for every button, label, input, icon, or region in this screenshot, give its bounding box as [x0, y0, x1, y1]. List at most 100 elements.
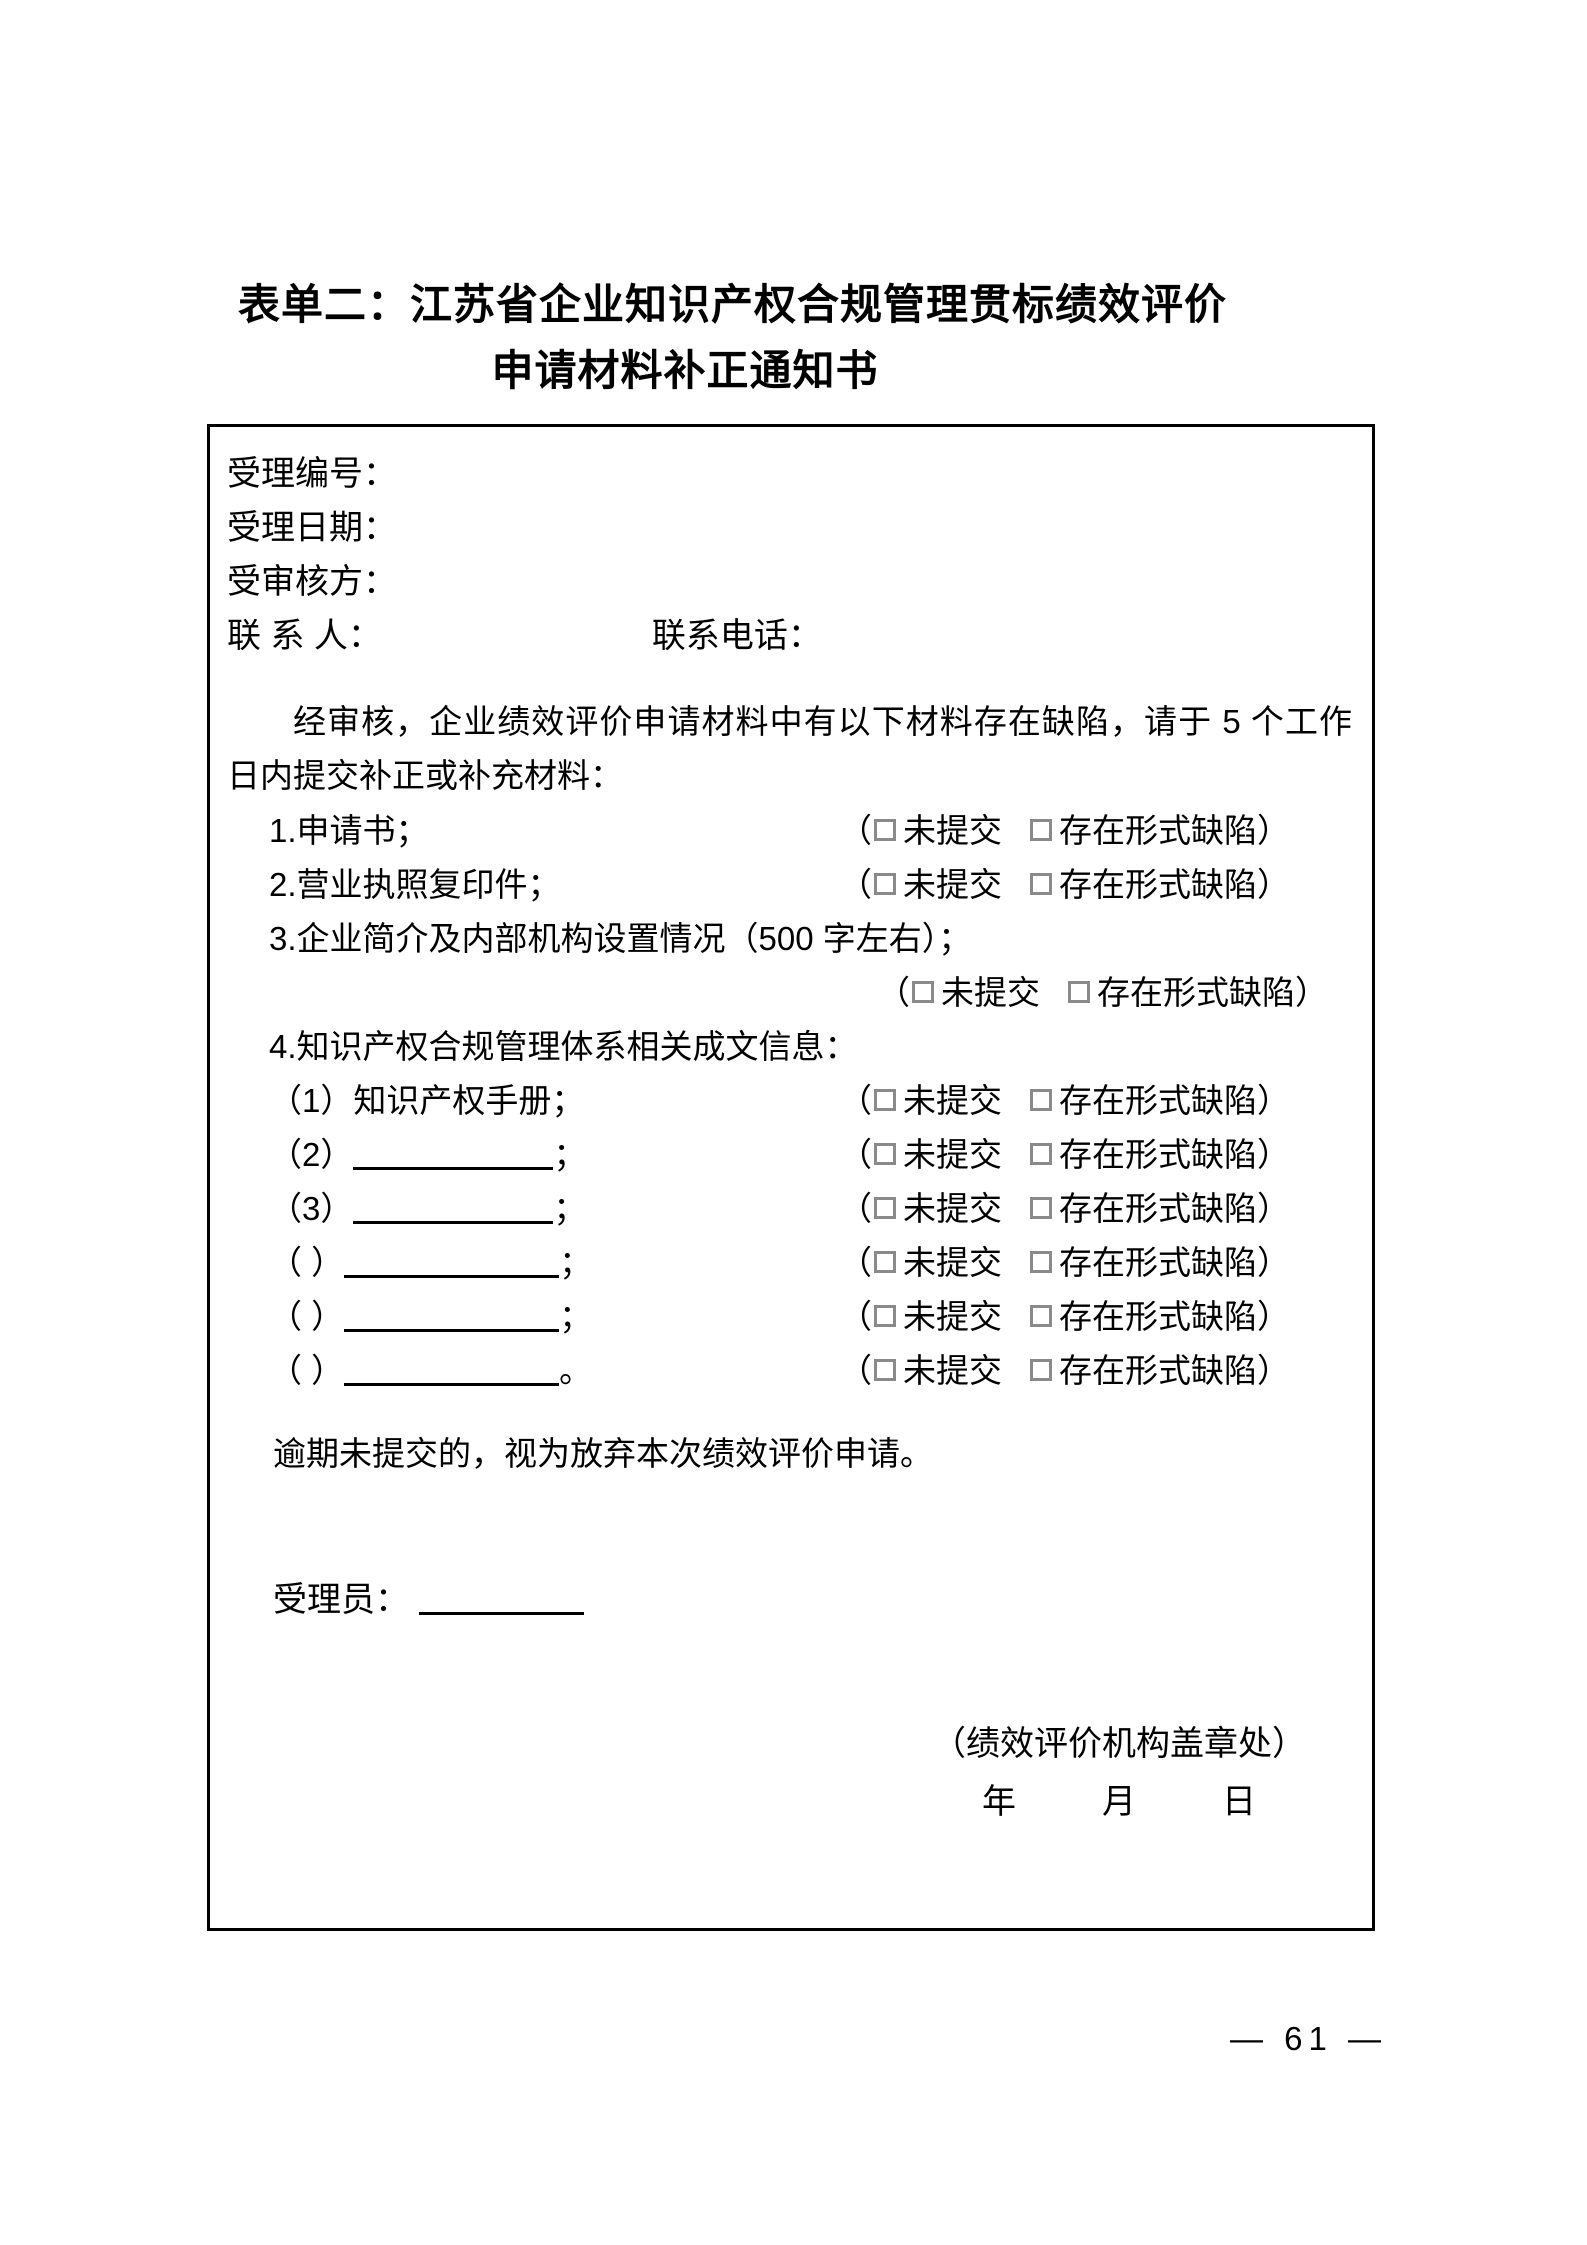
checkbox-format-defect[interactable] [1030, 1143, 1052, 1165]
field-audited-party: 受审核方： [227, 557, 397, 607]
checkbox-not-submitted[interactable] [874, 819, 896, 841]
fill-in-blank[interactable] [344, 1357, 560, 1386]
option-label-not-submitted: 未提交 [903, 1244, 1002, 1281]
material-item-label: （ ）。 [269, 1352, 593, 1389]
paren-close: ） [1257, 1298, 1290, 1335]
form-box-inner: 受理编号： 受理日期： 受审核方： 联 系 人： 联系电话： 经审核，企业绩效评价… [210, 427, 1372, 1928]
field-contact-phone-label: 联系电话： [651, 617, 822, 655]
paren-open: （ [839, 1190, 872, 1227]
material-item-label: （ ）； [269, 1244, 593, 1281]
field-case-number-label: 受理编号： [227, 455, 397, 493]
form-box: 受理编号： 受理日期： 受审核方： 联 系 人： 联系电话： 经审核，企业绩效评价… [207, 424, 1375, 1931]
option-label-format-defect: 存在形式缺陷 [1059, 1082, 1257, 1119]
paren-open: （ [839, 1298, 872, 1335]
paren-close: ） [1257, 1244, 1290, 1281]
option-group: （ 未提交 存在形式缺陷） [839, 863, 1290, 907]
paren-close: ） [1257, 1190, 1290, 1227]
paren-close: ） [1257, 866, 1290, 903]
paren-open: （ [839, 1136, 872, 1173]
material-item: 4.知识产权合规管理体系相关成文信息： [227, 1025, 1357, 1069]
material-item-suffix: ； [559, 1244, 593, 1281]
checkbox-format-defect[interactable] [1068, 981, 1090, 1003]
stamp-block: （绩效评价机构盖章处） 年 月 日 [932, 1715, 1306, 1831]
fill-in-blank[interactable] [353, 1141, 554, 1170]
option-label-not-submitted: 未提交 [903, 1190, 1002, 1227]
material-item: 3.企业简介及内部机构设置情况（500 字左右）； [227, 917, 1357, 961]
checkbox-not-submitted[interactable] [874, 1197, 896, 1219]
closing-paragraph: 逾期未提交的，视为放弃本次绩效评价申请。 [273, 1435, 933, 1472]
material-item: （ ）。 （ 未提交 存在形式缺陷） [227, 1349, 1357, 1393]
fill-in-blank[interactable] [344, 1303, 560, 1332]
checkbox-format-defect[interactable] [1030, 873, 1052, 895]
paren-close: ） [1295, 974, 1328, 1011]
title-line-1: 表单二：江苏省企业知识产权合规管理贯标绩效评价 [238, 281, 1228, 328]
page-title: 表单二：江苏省企业知识产权合规管理贯标绩效评价 申请材料补正通知书 [210, 272, 1360, 404]
material-item-label: 4.知识产权合规管理体系相关成文信息： [269, 1028, 858, 1065]
material-item-label: 2.营业执照复印件； [269, 866, 561, 903]
page-number: — 61 — [1229, 2020, 1387, 2057]
option-label-format-defect: 存在形式缺陷 [1059, 1298, 1257, 1335]
checkbox-not-submitted[interactable] [874, 873, 896, 895]
material-item: （3）； （ 未提交 存在形式缺陷） [227, 1187, 1357, 1231]
checkbox-not-submitted[interactable] [874, 1359, 896, 1381]
field-case-number: 受理编号： [227, 449, 397, 499]
option-label-not-submitted: 未提交 [903, 1082, 1002, 1119]
intro-paragraph: 经审核，企业绩效评价申请材料中有以下材料存在缺陷，请于 5 个工作日内提交补正或… [227, 703, 1352, 794]
checkbox-not-submitted[interactable] [874, 1143, 896, 1165]
fill-in-blank[interactable] [353, 1195, 554, 1224]
material-item-suffix: ； [553, 1136, 587, 1173]
document-page: 表单二：江苏省企业知识产权合规管理贯标绩效评价 申请材料补正通知书 受理编号： … [0, 0, 1587, 2245]
checkbox-format-defect[interactable] [1030, 1251, 1052, 1273]
paren-close: ） [1257, 1082, 1290, 1119]
option-label-format-defect: 存在形式缺陷 [1059, 866, 1257, 903]
checkbox-not-submitted[interactable] [874, 1089, 896, 1111]
checkbox-not-submitted[interactable] [912, 981, 934, 1003]
checkbox-format-defect[interactable] [1030, 1359, 1052, 1381]
option-group: （ 未提交 存在形式缺陷） [839, 1133, 1290, 1177]
field-accept-date-label: 受理日期： [227, 509, 397, 547]
material-item-label: 1.申请书； [269, 812, 429, 849]
option-group: （ 未提交 存在形式缺陷） [839, 1349, 1290, 1393]
material-item-label: 3.企业简介及内部机构设置情况（500 字左右）； [269, 920, 972, 957]
paren-open: （ [877, 974, 910, 1011]
option-group: （ 未提交 存在形式缺陷） [877, 971, 1328, 1015]
material-item-label: （2）； [269, 1136, 587, 1173]
paren-close: ） [1257, 812, 1290, 849]
checkbox-format-defect[interactable] [1030, 1089, 1052, 1111]
material-item: 2.营业执照复印件； （ 未提交 存在形式缺陷） [227, 863, 1357, 907]
option-label-not-submitted: 未提交 [903, 866, 1002, 903]
checkbox-not-submitted[interactable] [874, 1251, 896, 1273]
option-label-format-defect: 存在形式缺陷 [1059, 1136, 1257, 1173]
option-label-not-submitted: 未提交 [903, 812, 1002, 849]
option-label-not-submitted: 未提交 [903, 1136, 1002, 1173]
option-group: （ 未提交 存在形式缺陷） [839, 809, 1290, 853]
date-line: 年 月 日 [982, 1783, 1282, 1821]
title-line-2: 申请材料补正通知书 [491, 347, 879, 394]
option-group: （ 未提交 存在形式缺陷） [839, 1079, 1290, 1123]
field-accept-date: 受理日期： [227, 503, 397, 553]
option-label-not-submitted: 未提交 [903, 1352, 1002, 1389]
paren-open: （ [839, 866, 872, 903]
checkbox-format-defect[interactable] [1030, 819, 1052, 841]
paren-close: ） [1257, 1136, 1290, 1173]
checkbox-format-defect[interactable] [1030, 1305, 1052, 1327]
material-item: （2）； （ 未提交 存在形式缺陷） [227, 1133, 1357, 1177]
material-item: （1）知识产权手册； （ 未提交 存在形式缺陷） [227, 1079, 1357, 1123]
material-item-suffix: 。 [559, 1352, 593, 1389]
checkbox-format-defect[interactable] [1030, 1197, 1052, 1219]
option-label-format-defect: 存在形式缺陷 [1097, 974, 1295, 1011]
fill-in-blank[interactable] [344, 1249, 560, 1278]
receiver-line: 受理员： [227, 1577, 584, 1623]
field-contact-row: 联 系 人： 联系电话： [227, 611, 822, 661]
option-group: （ 未提交 存在形式缺陷） [839, 1295, 1290, 1339]
stamp-note: （绩效评价机构盖章处） [932, 1725, 1306, 1763]
material-item-label: （3）； [269, 1190, 587, 1227]
option-label-format-defect: 存在形式缺陷 [1059, 1352, 1257, 1389]
option-label-not-submitted: 未提交 [941, 974, 1040, 1011]
paren-open: （ [839, 1244, 872, 1281]
receiver-signature-blank[interactable] [419, 1586, 584, 1615]
option-label-format-defect: 存在形式缺陷 [1059, 1190, 1257, 1227]
checkbox-not-submitted[interactable] [874, 1305, 896, 1327]
option-label-not-submitted: 未提交 [903, 1298, 1002, 1335]
option-label-format-defect: 存在形式缺陷 [1059, 1244, 1257, 1281]
